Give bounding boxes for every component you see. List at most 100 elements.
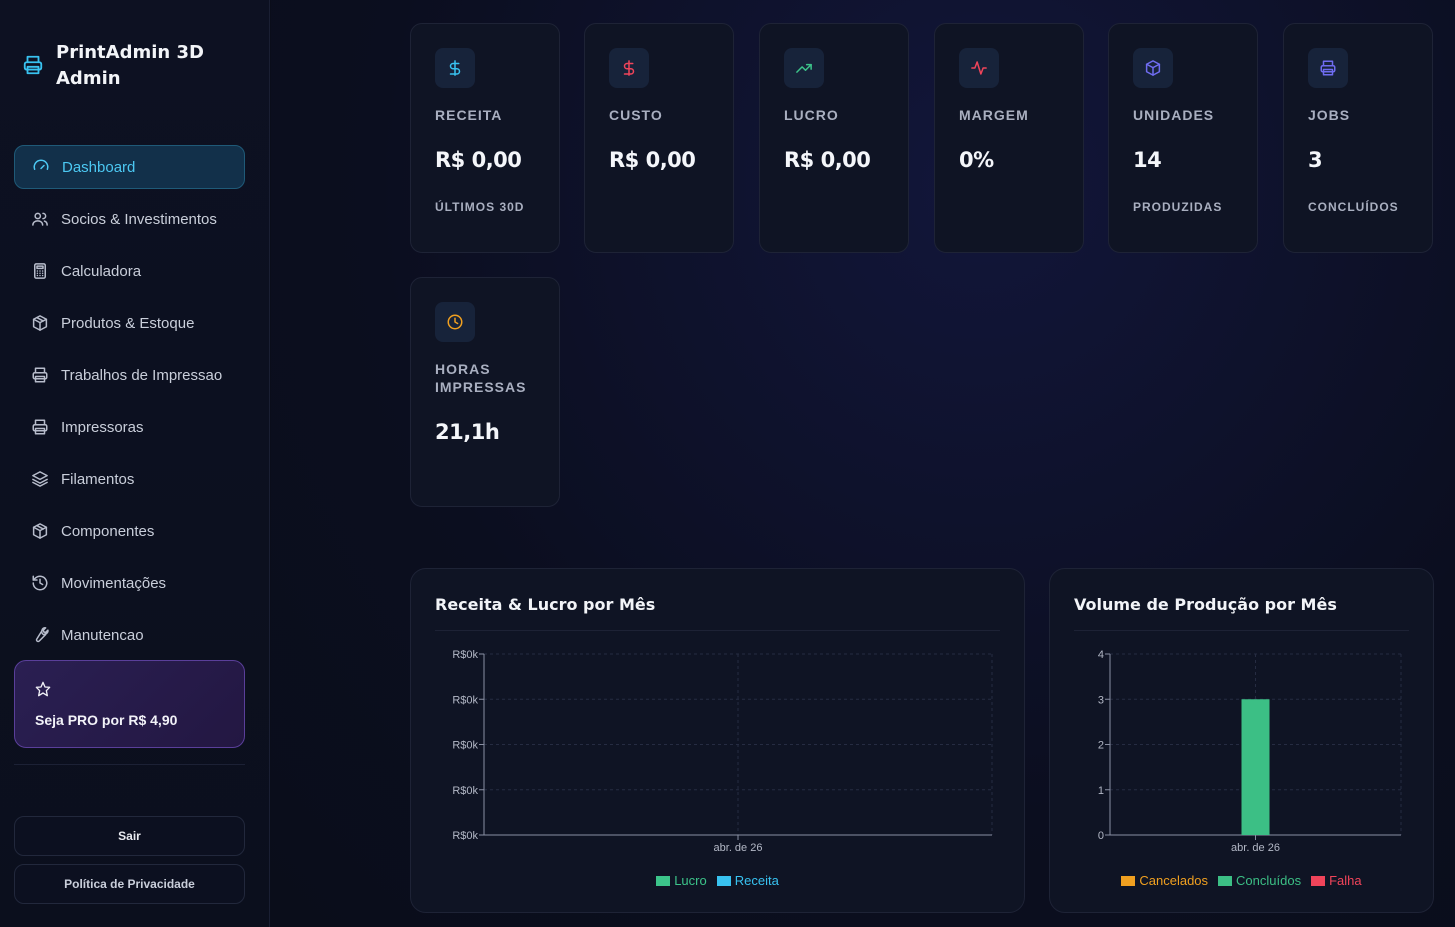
stat-card-receita: RECEITA R$ 0,00 ÚLTIMOS 30D	[410, 23, 560, 253]
sidebar-nav: Dashboard Socios & Investimentos Calculado…	[14, 145, 245, 665]
stat-label: CUSTO	[609, 107, 663, 123]
stat-icon-box	[609, 48, 649, 88]
sidebar-item-label: Movimentações	[61, 574, 167, 592]
y-tick-label: R$0k	[452, 785, 478, 797]
stat-value: R$ 0,00	[784, 148, 871, 172]
dollar-icon	[623, 60, 635, 76]
stat-card-unidades: UNIDADES 14 PRODUZIDAS	[1108, 23, 1258, 253]
stat-label: HORAS IMPRESSAS	[435, 361, 527, 395]
layers-icon	[32, 471, 48, 487]
main-content: RECEITA R$ 0,00 ÚLTIMOS 30D CUSTO R$ 0,00 LUC…	[271, 0, 1455, 927]
chart-legend: Cancelados Concluídos Falha	[1050, 873, 1433, 888]
sidebar-divider	[14, 764, 245, 765]
pro-upgrade-card[interactable]: Seja PRO por R$ 4,90	[14, 660, 245, 748]
sidebar-item-label: Componentes	[61, 522, 155, 540]
printer-icon	[32, 367, 48, 383]
x-tick-label: abr. de 26	[714, 842, 763, 854]
sidebar-item-label: Calculadora	[61, 262, 142, 280]
y-tick-label: R$0k	[452, 740, 478, 752]
legend-label: Falha	[1329, 873, 1362, 888]
sidebar: PrintAdmin 3D Admin Dashboard Socios & In…	[0, 0, 270, 927]
y-tick-label: R$0k	[452, 649, 478, 661]
stat-card-custo: CUSTO R$ 0,00	[584, 23, 734, 253]
sidebar-item-dashboard[interactable]: Dashboard	[14, 145, 245, 189]
stat-value: 21,1h	[435, 420, 500, 444]
brand-title: PrintAdmin 3D Admin	[56, 42, 204, 89]
sidebar-item-label: Manutencao	[61, 626, 144, 644]
sidebar-item-label: Socios & Investimentos	[61, 210, 217, 228]
gauge-icon	[33, 159, 49, 170]
stat-label: LUCRO	[784, 107, 839, 123]
stat-label: JOBS	[1308, 107, 1351, 123]
sidebar-item-socios-investimentos[interactable]: Socios & Investimentos	[14, 197, 245, 241]
sidebar-item-componentes[interactable]: Componentes	[14, 509, 245, 553]
y-tick-label: 2	[1098, 740, 1104, 752]
brand[interactable]: PrintAdmin 3D Admin	[22, 40, 216, 92]
production-volume-chart: 0 1 2 3 4 abr. de 26	[1098, 649, 1402, 854]
sidebar-item-label: Trabalhos de Impressao	[61, 366, 223, 384]
printer-icon	[1320, 60, 1336, 76]
sidebar-item-label: Produtos & Estoque	[61, 314, 195, 332]
stat-subtitle: CONCLUÍDOS	[1308, 200, 1399, 214]
cube-icon	[1145, 60, 1161, 76]
stat-value: R$ 0,00	[609, 148, 696, 172]
sidebar-item-produtos-estoque[interactable]: Produtos & Estoque	[14, 301, 245, 345]
stat-icon-box	[1133, 48, 1173, 88]
stat-card-jobs: JOBS 3 CONCLUÍDOS	[1283, 23, 1433, 253]
calculator-icon	[34, 263, 46, 279]
history-icon	[32, 575, 48, 591]
legend-item[interactable]: Concluídos	[1218, 873, 1301, 888]
chart-legend: Lucro Receita	[411, 873, 1024, 888]
sidebar-item-movimentações[interactable]: Movimentações	[14, 561, 245, 605]
stat-icon-box	[435, 48, 475, 88]
legend-label: Receita	[734, 873, 779, 888]
sidebar-item-impressoras[interactable]: Impressoras	[14, 405, 245, 449]
stat-value: 14	[1133, 148, 1162, 172]
stat-subtitle: ÚLTIMOS 30D	[435, 200, 525, 214]
revenue-profit-chart: R$0k R$0k R$0k R$0k R$0k abr. de 26	[452, 649, 993, 854]
legend-swatch	[656, 875, 671, 886]
printer-icon	[22, 54, 44, 76]
sidebar-item-trabalhos-de-impressao[interactable]: Trabalhos de Impressao	[14, 353, 245, 397]
printer-icon	[32, 419, 48, 435]
activity-icon	[971, 61, 987, 75]
legend-swatch	[1121, 875, 1136, 886]
revenue-profit-chart-card: Receita & Lucro por Mês R$0k R$0k R$0k R$0k…	[410, 568, 1025, 913]
trending-up-icon	[796, 63, 812, 73]
bar-concluídos	[1241, 699, 1270, 835]
box-icon	[32, 315, 48, 331]
stat-icon-box	[959, 48, 999, 88]
y-tick-label: 1	[1098, 785, 1104, 797]
legend-label: Lucro	[674, 873, 707, 888]
stat-value: R$ 0,00	[435, 148, 522, 172]
sidebar-item-label: Filamentos	[61, 470, 135, 488]
y-tick-label: R$0k	[452, 830, 478, 842]
stat-icon-box	[784, 48, 824, 88]
privacy-policy-button[interactable]: Política de Privacidade	[14, 864, 245, 904]
stat-card-horas-impressas: HORAS IMPRESSAS 21,1h	[410, 277, 560, 507]
legend-item[interactable]: Lucro	[656, 873, 707, 888]
x-tick-label: abr. de 26	[1231, 842, 1280, 854]
wrench-icon	[35, 627, 49, 643]
sidebar-item-manutencao[interactable]: Manutencao	[14, 613, 245, 657]
legend-item[interactable]: Cancelados	[1121, 873, 1208, 888]
legend-item[interactable]: Receita	[716, 873, 779, 888]
stat-icon-box	[1308, 48, 1348, 88]
stat-card-lucro: LUCRO R$ 0,00	[759, 23, 909, 253]
y-tick-label: 4	[1098, 649, 1104, 661]
box-icon	[32, 523, 48, 539]
users-icon	[32, 212, 48, 226]
logout-button[interactable]: Sair	[14, 816, 245, 856]
stat-label: UNIDADES	[1133, 107, 1215, 123]
sidebar-item-calculadora[interactable]: Calculadora	[14, 249, 245, 293]
stat-value: 3	[1308, 148, 1323, 172]
legend-label: Cancelados	[1139, 873, 1209, 888]
sidebar-item-label: Dashboard	[62, 158, 136, 176]
legend-swatch	[1311, 875, 1326, 886]
y-tick-label: 3	[1098, 694, 1104, 706]
sidebar-item-filamentos[interactable]: Filamentos	[14, 457, 245, 501]
legend-item[interactable]: Falha	[1311, 873, 1362, 888]
stat-label: RECEITA	[435, 107, 503, 123]
y-tick-label: 0	[1098, 830, 1104, 842]
stat-card-margem: MARGEM 0%	[934, 23, 1084, 253]
